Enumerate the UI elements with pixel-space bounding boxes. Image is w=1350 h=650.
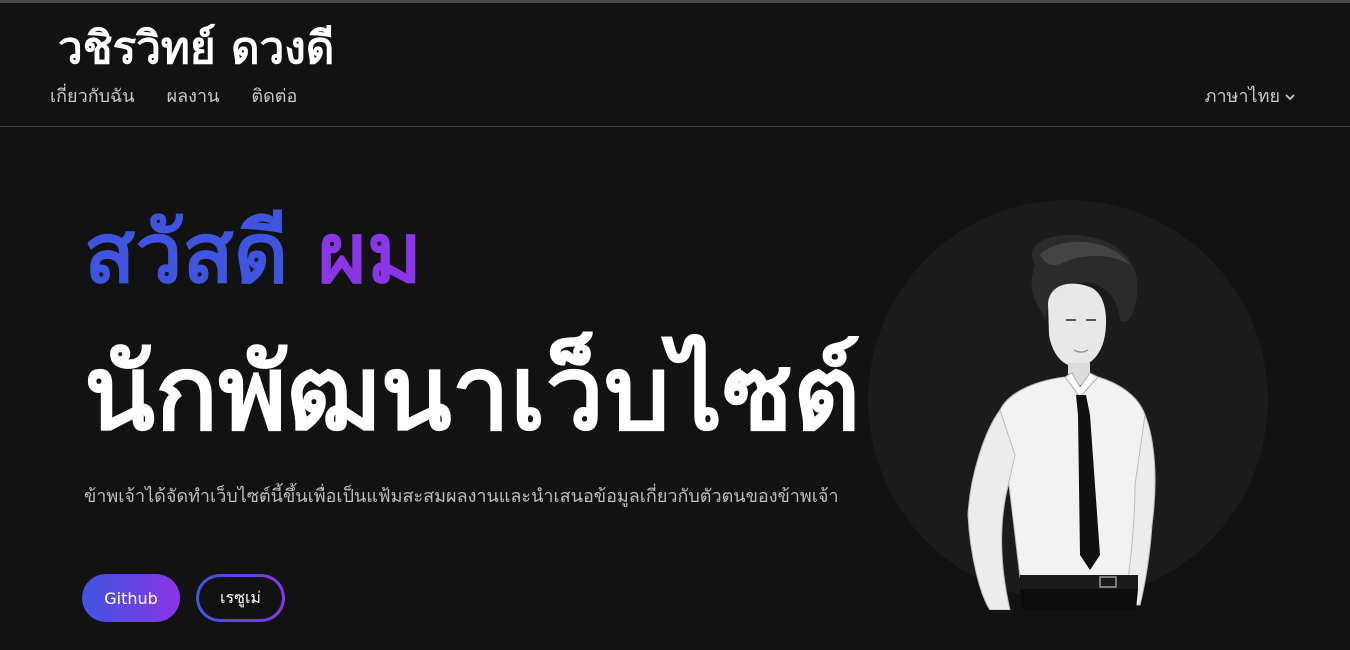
greeting-me: ผม [317, 204, 423, 302]
language-label: ภาษาไทย [1204, 86, 1280, 107]
greeting-hello: สวัสดี [84, 204, 289, 302]
main-nav: เกี่ยวกับฉัน ผลงาน ติดต่อ [50, 84, 297, 110]
hero-title: นักพัฒนาเว็บไซต์ [84, 332, 861, 454]
hero-description: ข้าพเจ้าได้จัดทำเว็บไซต์นี้ขึ้นเพื่อเป็น… [84, 486, 839, 507]
nav-link-about[interactable]: เกี่ยวกับฉัน [50, 84, 135, 110]
nav-link-portfolio[interactable]: ผลงาน [167, 84, 220, 110]
navbar: วชิรวิทย์ ดวงดี เกี่ยวกับฉัน ผลงาน ติดต่… [0, 3, 1350, 127]
hero-greeting: สวัสดี ผม [84, 198, 422, 308]
portrait-illustration [967, 234, 1156, 610]
resume-button[interactable]: เรซูเม่ [196, 574, 285, 622]
resume-button-label: เรซูเม่ [199, 577, 282, 619]
site-brand[interactable]: วชิรวิทย์ ดวงดี [58, 21, 334, 77]
language-selector[interactable]: ภาษาไทย [1205, 84, 1296, 110]
chevron-down-icon [1285, 94, 1295, 100]
nav-link-contact[interactable]: ติดต่อ [251, 84, 297, 110]
github-button[interactable]: Github [82, 574, 180, 622]
